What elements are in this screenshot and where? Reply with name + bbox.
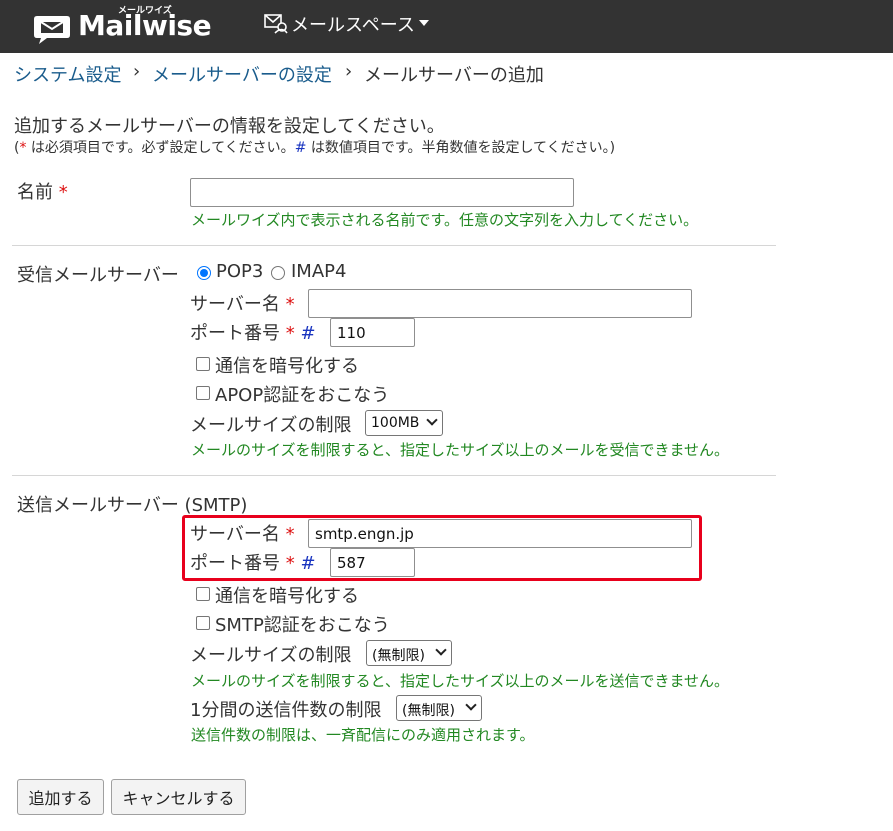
numeric-mark: #: [294, 140, 307, 156]
smtp-auth-checkbox[interactable]: [196, 616, 210, 630]
section-divider: [12, 245, 776, 246]
outgoing-size-limit-label: メールサイズの制限: [190, 645, 352, 666]
chevron-down-icon: [426, 414, 438, 426]
breadcrumb-current: メールサーバーの追加: [364, 65, 544, 86]
outgoing-encrypt-checkbox[interactable]: [196, 587, 210, 601]
breadcrumb-mail-server-settings[interactable]: メールサーバーの設定: [152, 61, 332, 87]
outgoing-size-limit-value: (無制限): [372, 648, 425, 664]
incoming-encrypt-label[interactable]: 通信を暗号化する: [215, 352, 359, 378]
section-divider: [12, 475, 776, 476]
rate-limit-value: (無制限): [402, 703, 455, 719]
incoming-server-name-input[interactable]: [308, 289, 692, 318]
chevron-down-icon: [435, 644, 447, 656]
chevron-down-icon: [465, 699, 477, 711]
incoming-encrypt-checkbox[interactable]: [196, 357, 210, 371]
apop-checkbox[interactable]: [196, 386, 210, 400]
rate-limit-label: 1分間の送信件数の制限: [190, 700, 382, 721]
smtp-auth-label[interactable]: SMTP認証をおこなう: [215, 611, 390, 637]
outgoing-server-label: 送信メールサーバー (SMTP): [17, 495, 248, 516]
incoming-server-name-label: サーバー名 *: [190, 294, 295, 315]
mail-space-icon: [264, 14, 288, 34]
field-legend: (* は必須項目です。必ず設定してください。# は数値項目です。半角数値を設定し…: [14, 137, 615, 157]
incoming-size-limit-select[interactable]: 100MB: [365, 410, 443, 436]
mail-space-label: メールスペース: [291, 15, 415, 36]
name-help: メールワイズ内で表示される名前です。任意の文字列を入力してください。: [191, 211, 699, 229]
outgoing-server-name-label: サーバー名 *: [190, 524, 295, 545]
add-button[interactable]: 追加する: [17, 779, 104, 815]
breadcrumb-separator: ›: [345, 61, 353, 82]
intro-text: 追加するメールサーバーの情報を設定してください。: [14, 116, 445, 137]
name-label: 名前 *: [17, 182, 68, 203]
outgoing-server-name-input[interactable]: [308, 519, 692, 548]
legend-numeric-text: は数値項目です。半角数値を設定してください。): [306, 140, 616, 156]
legend-required-text: は必須項目です。必ず設定してください。: [26, 140, 295, 156]
name-input[interactable]: [190, 178, 574, 207]
incoming-size-limit-label: メールサイズの制限: [190, 415, 352, 436]
pop3-radio[interactable]: [197, 266, 211, 280]
incoming-port-input[interactable]: [330, 318, 415, 347]
logo-text: Mailwise: [78, 9, 212, 42]
breadcrumb-separator: ›: [133, 61, 141, 82]
cancel-button[interactable]: キャンセルする: [111, 779, 246, 815]
breadcrumb-system-settings[interactable]: システム設定: [14, 61, 121, 87]
imap4-label[interactable]: IMAP4: [291, 261, 346, 282]
outgoing-port-label: ポート番号 * #: [190, 553, 316, 574]
outgoing-size-limit-select[interactable]: (無制限): [366, 640, 452, 666]
apop-label[interactable]: APOP認証をおこなう: [215, 381, 389, 407]
app-header: メールワイズ Mailwise メールスペース: [0, 0, 893, 53]
caret-down-icon: [419, 20, 429, 26]
mailwise-logo-icon: [34, 16, 70, 44]
rate-limit-select[interactable]: (無制限): [396, 695, 482, 721]
incoming-server-label: 受信メールサーバー: [17, 265, 179, 286]
incoming-port-label: ポート番号 * #: [190, 323, 316, 344]
outgoing-size-help: メールのサイズを制限すると、指定したサイズ以上のメールを送信できません。: [191, 672, 730, 690]
imap4-radio[interactable]: [271, 266, 285, 280]
outgoing-encrypt-label[interactable]: 通信を暗号化する: [215, 582, 359, 608]
pop3-label[interactable]: POP3: [216, 261, 263, 282]
outgoing-port-input[interactable]: [330, 548, 415, 577]
rate-limit-help: 送信件数の制限は、一斉配信にのみ適用されます。: [191, 726, 535, 744]
incoming-size-limit-value: 100MB: [371, 415, 420, 431]
incoming-size-help: メールのサイズを制限すると、指定したサイズ以上のメールを受信できません。: [191, 441, 730, 459]
